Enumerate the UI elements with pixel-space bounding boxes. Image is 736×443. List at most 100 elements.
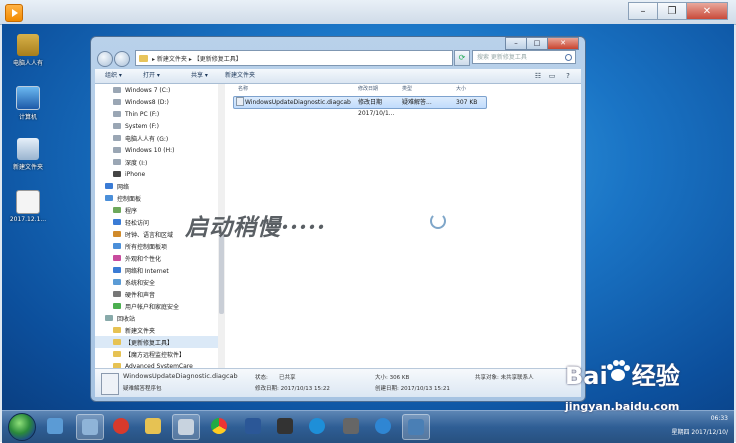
back-button[interactable] bbox=[97, 51, 113, 67]
nav-item[interactable]: 外观和个性化 bbox=[95, 252, 222, 264]
nav-item-icon bbox=[113, 231, 121, 237]
details-share: 共享对象: 未共享联系人 bbox=[475, 375, 534, 381]
nav-item[interactable]: 【魔方远程监控软件】 bbox=[95, 348, 222, 360]
desktop-icon-computer[interactable]: 计算机 bbox=[8, 86, 48, 121]
details-modified: 修改日期: 2017/10/13 15:22 bbox=[255, 386, 330, 392]
taskbar-app-ie[interactable] bbox=[370, 414, 396, 438]
breadcrumb: ▸ 新建文件夹 ▸ 【更新修复工具】 bbox=[152, 55, 242, 63]
details-state-label: 状态: bbox=[255, 375, 268, 381]
taskbar-app-word[interactable] bbox=[240, 414, 266, 438]
help-icon[interactable]: ? bbox=[563, 71, 573, 81]
file-date: 修改日期 2017/10/1... bbox=[358, 99, 394, 117]
word-icon bbox=[245, 418, 261, 434]
nav-item-label: 轻松访问 bbox=[125, 219, 150, 227]
nav-item[interactable]: 深度 (I:) bbox=[95, 156, 222, 168]
nav-item-icon bbox=[113, 123, 121, 129]
nav-item-icon bbox=[113, 135, 121, 141]
nav-item[interactable]: Windows8 (D:) bbox=[95, 96, 222, 108]
nav-item-icon bbox=[113, 291, 121, 297]
nav-item[interactable]: Advanced SystemCare bbox=[95, 360, 222, 368]
nav-item[interactable]: 网络和 Internet bbox=[95, 264, 222, 276]
watermark-url: jingyan.baidu.com bbox=[565, 400, 680, 413]
vm-window-controls: – ❐ ✕ bbox=[628, 2, 728, 20]
nav-item[interactable]: 控制面板 bbox=[95, 192, 222, 204]
nav-item[interactable]: 硬件和声音 bbox=[95, 288, 222, 300]
nav-item[interactable]: 系统和安全 bbox=[95, 276, 222, 288]
scrollbar-thumb[interactable] bbox=[219, 234, 224, 314]
forward-button[interactable] bbox=[114, 51, 130, 67]
taskbar-app-explorer[interactable] bbox=[42, 414, 68, 438]
search-input[interactable]: 搜索 更新修复工具 bbox=[472, 50, 576, 64]
taskbar-app-remote[interactable] bbox=[402, 414, 430, 440]
preview-pane-icon[interactable]: ▭ bbox=[547, 71, 557, 81]
taskbar-app-terminal[interactable] bbox=[272, 414, 298, 438]
column-type[interactable]: 类型 bbox=[402, 84, 412, 94]
nav-item-icon bbox=[113, 99, 121, 105]
restore-button[interactable]: ❐ bbox=[657, 2, 687, 20]
column-date[interactable]: 修改日期 bbox=[358, 84, 378, 94]
nav-item-label: 用户帐户和家庭安全 bbox=[125, 303, 180, 311]
navigation-bar: ▸ 新建文件夹 ▸ 【更新修复工具】 ⟳ 搜索 更新修复工具 bbox=[97, 49, 579, 67]
nav-item-label: 【魔方远程监控软件】 bbox=[125, 351, 186, 359]
s-app-icon bbox=[309, 418, 325, 434]
search-placeholder: 搜索 更新修复工具 bbox=[477, 54, 527, 61]
taskbar-app-folder[interactable] bbox=[140, 414, 166, 438]
address-bar[interactable]: ▸ 新建文件夹 ▸ 【更新修复工具】 bbox=[135, 50, 453, 66]
nav-item-label: 【更新修复工具】 bbox=[125, 339, 174, 347]
nav-item[interactable]: 电脑人人有 (G:) bbox=[95, 132, 222, 144]
close-button[interactable]: ✕ bbox=[686, 2, 728, 20]
nav-item[interactable]: iPhone bbox=[95, 168, 222, 180]
folder-icon bbox=[139, 54, 148, 62]
organize-menu[interactable]: 组织 ▾ bbox=[105, 69, 122, 83]
nav-item-label: 程序 bbox=[125, 207, 138, 215]
nav-item-icon bbox=[113, 255, 121, 261]
play-app-icon[interactable] bbox=[5, 4, 23, 22]
nav-item[interactable]: System (F:) bbox=[95, 120, 222, 132]
nav-item-icon bbox=[113, 339, 121, 345]
nav-item-icon bbox=[105, 315, 113, 321]
start-button[interactable] bbox=[8, 413, 36, 441]
nav-item[interactable]: 新建文件夹 bbox=[95, 324, 222, 336]
nav-item-icon bbox=[113, 351, 121, 357]
desktop-icon-label: 计算机 bbox=[18, 114, 37, 121]
column-name[interactable]: 名称 bbox=[238, 84, 248, 94]
nav-item-label: Windows8 (D:) bbox=[125, 98, 169, 106]
nav-item[interactable]: Windows 7 (C:) bbox=[95, 84, 222, 96]
folder-person-icon bbox=[17, 34, 39, 56]
view-options-icon[interactable]: ☷ bbox=[533, 71, 543, 81]
minimize-button[interactable]: – bbox=[628, 2, 658, 20]
new-folder-button[interactable]: 新建文件夹 bbox=[225, 69, 255, 83]
desktop-icon-computer-person[interactable]: 电脑人人有 bbox=[8, 34, 48, 67]
details-size: 大小: 306 KB bbox=[375, 375, 410, 381]
taskbar-app-control-panel[interactable] bbox=[76, 414, 104, 440]
vm-window: – ❐ ✕ 电脑人人有 计算机 新建文件夹 2017.12.1... – □ ✕ bbox=[0, 0, 736, 443]
system-tray[interactable]: 06:33 星期四 2017/12/10/ bbox=[660, 413, 730, 441]
file-row[interactable]: WindowsUpdateDiagnostic.diagcab 修改日期 201… bbox=[233, 96, 487, 117]
taskbar-app-jiang[interactable] bbox=[108, 414, 134, 438]
nav-item-label: 外观和个性化 bbox=[125, 255, 162, 263]
desktop-icon-label: 新建文件夹 bbox=[12, 164, 43, 171]
nav-item-icon bbox=[105, 183, 113, 189]
open-menu[interactable]: 打开 ▾ bbox=[143, 69, 160, 83]
nav-item[interactable]: Windows 10 (H:) bbox=[95, 144, 222, 156]
nav-item[interactable]: Thin PC (F:) bbox=[95, 108, 222, 120]
file-name: WindowsUpdateDiagnostic.diagcab bbox=[245, 99, 351, 106]
taskbar-app-pen[interactable] bbox=[338, 414, 364, 438]
desktop-icon-new-folder[interactable]: 新建文件夹 bbox=[8, 138, 48, 171]
baidu-watermark: Bai__经验 jingyan.baidu.com bbox=[565, 356, 725, 416]
share-menu[interactable]: 共享 ▾ bbox=[191, 69, 208, 83]
nav-item[interactable]: 回收站 bbox=[95, 312, 222, 324]
nav-item-icon bbox=[113, 87, 121, 93]
refresh-button[interactable]: ⟳ bbox=[454, 50, 470, 66]
column-size[interactable]: 大小 bbox=[456, 84, 466, 94]
taskbar-app-s[interactable] bbox=[304, 414, 330, 438]
nav-item[interactable]: 【更新修复工具】 bbox=[95, 336, 222, 348]
explorer-body: Windows 7 (C:) Windows8 (D:) Thin PC (F:) S… bbox=[95, 84, 581, 368]
desktop-icon-document[interactable]: 2017.12.1... bbox=[8, 190, 48, 223]
nav-item-label: Windows 7 (C:) bbox=[125, 86, 171, 94]
taskbar-app-tools[interactable] bbox=[172, 414, 200, 440]
taskbar-app-chrome[interactable] bbox=[206, 414, 232, 438]
nav-item[interactable]: 用户帐户和家庭安全 bbox=[95, 300, 222, 312]
nav-item[interactable]: 网络 bbox=[95, 180, 222, 192]
diagcab-file-icon bbox=[236, 97, 244, 106]
